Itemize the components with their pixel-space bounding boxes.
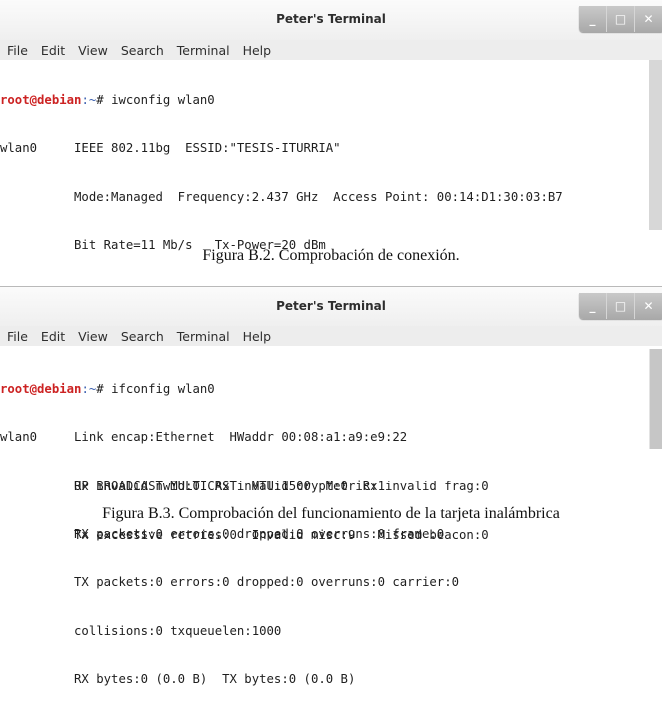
figure-caption: Figura B.3. Comprobación del funcionamie… [102,505,560,522]
prompt-path: :~ [81,93,97,108]
command-text: iwconfig wlan0 [111,93,215,108]
output-line: RX bytes:0 (0.0 B) TX bytes:0 (0.0 B) [0,671,356,686]
output-line: RX packets:0 errors:0 dropped:0 overruns… [0,527,445,542]
menu-bar: File Edit View Search Terminal Help [0,40,662,60]
menu-help[interactable]: Help [243,329,272,344]
menu-file[interactable]: File [7,329,28,344]
output-line: collisions:0 txqueuelen:1000 [0,623,282,638]
output-line: TX packets:0 errors:0 dropped:0 overruns… [0,575,460,590]
menu-file[interactable]: File [7,43,28,58]
title-bar[interactable]: Peter's Terminal _ □ ✕ [0,286,662,327]
terminal-window-ifconfig: Peter's Terminal _ □ ✕ File Edit View Se… [0,286,662,686]
menu-terminal[interactable]: Terminal [177,43,230,58]
menu-search[interactable]: Search [121,329,164,344]
close-button[interactable]: ✕ [634,293,662,319]
terminal-window-iwconfig: Peter's Terminal _ □ ✕ File Edit View Se… [0,0,662,542]
close-icon: ✕ [643,299,654,313]
prompt-symbol: # [96,93,112,108]
menu-terminal[interactable]: Terminal [177,329,230,344]
minimize-button[interactable]: _ [579,293,606,319]
menu-search[interactable]: Search [121,43,164,58]
prompt-line: root@debian:~# iwconfig wlan0 [0,92,650,108]
output-line: wlan0 Link encap:Ethernet HWaddr 00:08:a… [0,430,408,445]
scrollbar[interactable] [649,60,662,230]
menu-bar: File Edit View Search Terminal Help [0,326,662,346]
window-controls: _ □ ✕ [579,6,662,32]
title-bar[interactable]: Peter's Terminal _ □ ✕ [0,0,662,40]
terminal-output[interactable]: root@debian:~# ifconfig wlan0 wlan0 Link… [0,349,650,719]
scrollbar[interactable] [649,349,662,449]
maximize-button[interactable]: □ [606,293,634,319]
menu-help[interactable]: Help [243,43,272,58]
menu-view[interactable]: View [78,43,108,58]
minimize-icon: _ [589,299,596,313]
output-line: UP BROADCAST MULTICAST MTU:1500 Metric:1 [0,478,385,493]
figure-caption: Figura B.2. Comprobación de conexión. [202,247,460,264]
maximize-icon: □ [614,299,627,313]
close-icon: ✕ [643,12,654,26]
window-title: Peter's Terminal [276,299,386,313]
prompt-user-host: root@debian [0,382,82,397]
output-line: Mode:Managed Frequency:2.437 GHz Access … [0,189,563,204]
maximize-icon: □ [614,12,627,26]
prompt-line: root@debian:~# ifconfig wlan0 [0,381,650,397]
minimize-icon: _ [589,12,596,26]
output-line: wlan0 IEEE 802.11bg ESSID:"TESIS-ITURRIA… [0,141,341,156]
minimize-button[interactable]: _ [579,6,606,32]
command-text: ifconfig wlan0 [111,382,215,397]
window-controls: _ □ ✕ [579,293,662,319]
prompt-symbol: # [96,382,112,397]
menu-edit[interactable]: Edit [41,43,65,58]
menu-edit[interactable]: Edit [41,329,65,344]
menu-view[interactable]: View [78,329,108,344]
maximize-button[interactable]: □ [606,6,634,32]
prompt-path: :~ [81,382,97,397]
prompt-user-host: root@debian [0,93,82,108]
close-button[interactable]: ✕ [634,6,662,32]
window-title: Peter's Terminal [276,12,386,26]
